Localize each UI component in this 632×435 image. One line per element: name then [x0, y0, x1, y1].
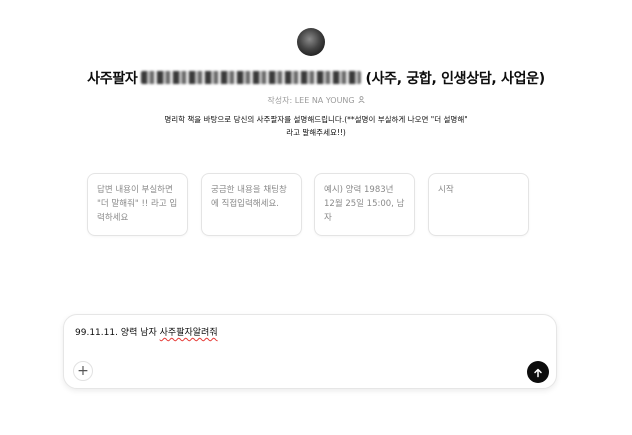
starter-card[interactable]: 궁금한 내용을 채팅창에 직접입력해세요. — [201, 173, 302, 236]
author-line: 작성자: LEE NA YOUNG — [0, 95, 632, 106]
gpt-description: 명리학 책을 바탕으로 당신의 사주팔자를 설명해드립니다.(**설명이 부실하… — [164, 115, 468, 137]
plus-icon: + — [77, 363, 89, 379]
person-icon — [357, 96, 365, 105]
message-input[interactable]: 99.11.11. 양력 남자 사주팔자알려줘 — [75, 325, 218, 338]
author-name: 작성자: LEE NA YOUNG — [267, 96, 355, 105]
starter-card[interactable]: 답변 내용이 부실하면 "더 말해줘" !! 라고 입력하세요 — [87, 173, 188, 236]
arrow-up-icon — [533, 363, 543, 382]
redacted-title-text — [141, 71, 362, 84]
starter-card[interactable]: 시작 — [428, 173, 529, 236]
message-text: 99.11.11. 양력 남자 — [75, 328, 160, 338]
send-button[interactable] — [527, 361, 549, 383]
title-suffix: (사주, 궁합, 인생상담, 사업운) — [365, 71, 545, 87]
page-title: 사주팔자 (사주, 궁합, 인생상담, 사업운) — [0, 68, 632, 88]
message-composer[interactable]: 99.11.11. 양력 남자 사주팔자알려줘 + — [63, 314, 557, 389]
title-prefix: 사주팔자 — [87, 71, 138, 87]
starter-card[interactable]: 예시) 양력 1983년 12월 25일 15:00, 남자 — [314, 173, 415, 236]
attach-button[interactable]: + — [73, 361, 93, 381]
misspelled-word: 사주팔자알려줘 — [159, 328, 218, 338]
gpt-avatar-icon — [297, 28, 325, 56]
